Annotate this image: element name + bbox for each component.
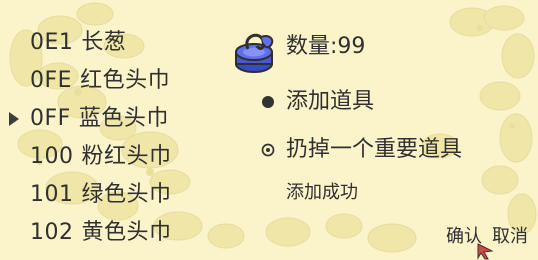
confirm-button[interactable]: 确认: [446, 228, 494, 260]
item-row[interactable]: 101 绿色头巾: [8, 176, 218, 214]
cursor-spacer: [8, 0, 30, 16]
item-code: 0FE: [30, 68, 73, 93]
item-code: 0FF: [30, 106, 71, 131]
item-name: 粉红头巾: [81, 144, 172, 169]
item-row[interactable]: 0FE 红色头巾: [8, 62, 218, 100]
item-code: 101: [30, 182, 74, 207]
item-row-selected[interactable]: 0FF 蓝色头巾: [8, 100, 218, 138]
add-item-label: 添加道具: [286, 89, 375, 114]
item-name: 红色头巾: [80, 68, 171, 93]
item-name: 黄色头巾: [81, 220, 172, 245]
cursor-spacer: [8, 222, 30, 244]
item-preview: [230, 26, 282, 82]
item-name: 蓝色头巾: [78, 106, 169, 131]
cursor-spacer: [8, 184, 30, 206]
item-name: 绿色头巾: [81, 182, 172, 207]
item-code: 0E1: [30, 30, 74, 55]
cursor-spacer: [8, 146, 30, 168]
item-row[interactable]: 100 粉红头巾: [8, 138, 218, 176]
item-list: 0E1 长葱 0FE 红色头巾 0FF 蓝色头巾 100 粉红头巾 101 绿色…: [8, 0, 218, 252]
discard-key-item-option[interactable]: 扔掉一个重要道具: [258, 139, 462, 161]
quantity-display: 数量: 99: [286, 36, 365, 58]
discard-key-item-label: 扔掉一个重要道具: [286, 137, 463, 162]
cancel-label: 取消: [492, 226, 528, 247]
item-code: 102: [30, 220, 74, 245]
item-row[interactable]: 102 黄色头巾: [8, 214, 218, 252]
item-row[interactable]: 0E1 长葱: [8, 24, 218, 62]
cursor-spacer: [8, 70, 30, 92]
quantity-value: 99: [337, 34, 366, 59]
quantity-label: 数量:: [286, 34, 338, 59]
selection-arrow-icon: [8, 108, 30, 130]
status-message: 添加成功: [286, 182, 358, 203]
blue-ring-item-icon: [235, 33, 274, 73]
item-name: 长葱: [81, 30, 127, 55]
action-bar: 确认 取消: [446, 228, 528, 260]
add-item-option[interactable]: 添加道具: [258, 91, 374, 113]
filled-circle-bullet-icon: [258, 92, 278, 112]
ring-circle-bullet-icon: [258, 140, 278, 160]
cursor-spacer: [8, 32, 30, 54]
cancel-button[interactable]: 取消: [492, 228, 528, 246]
item-code: 100: [30, 144, 74, 169]
item-row[interactable]: [8, 0, 218, 24]
